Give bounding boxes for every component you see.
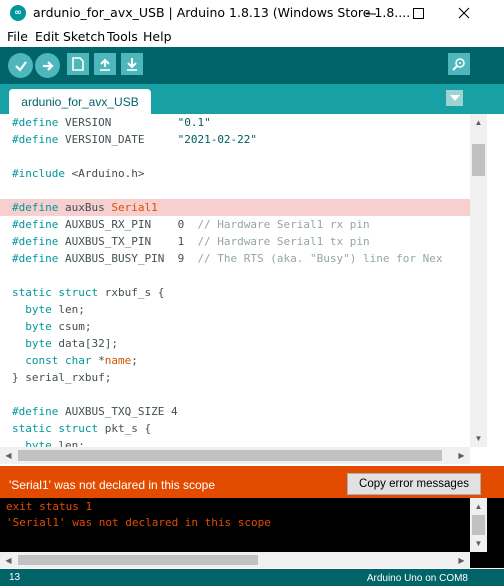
line-number: 13 <box>9 572 21 583</box>
code-line: #define AUXBUS_TXQ_SIZE 4 <box>12 405 178 418</box>
magnifier-icon <box>452 58 465 71</box>
status-bar: 13 Arduino Uno on COM8 <box>0 569 504 586</box>
toolbar <box>0 47 504 84</box>
error-message: 'Serial1' was not declared in this scope <box>9 478 216 492</box>
menu-sketch[interactable]: Sketch <box>63 29 105 44</box>
scroll-up-icon[interactable]: ▲ <box>470 498 487 515</box>
tab-menu-button[interactable] <box>446 90 463 106</box>
open-sketch-button[interactable] <box>94 53 116 75</box>
maximize-button[interactable] <box>395 0 441 26</box>
code-line: #define AUXBUS_TX_PIN 1 // Hardware Seri… <box>12 235 370 248</box>
scroll-up-icon[interactable]: ▲ <box>470 114 487 131</box>
console-text-area[interactable]: exit status 1 'Serial1' was not declared… <box>0 498 470 552</box>
scrollbar-thumb[interactable] <box>472 144 485 176</box>
error-bar: 'Serial1' was not declared in this scope… <box>0 466 504 498</box>
code-line: byte len; <box>25 439 85 447</box>
arduino-logo-icon: ∞ <box>10 5 26 21</box>
upload-button[interactable] <box>35 53 60 78</box>
code-line: const char *name; <box>25 354 138 367</box>
scroll-down-icon[interactable]: ▼ <box>470 535 487 552</box>
scroll-right-icon[interactable]: ▶ <box>453 552 470 568</box>
menu-edit[interactable]: Edit <box>35 29 59 44</box>
code-line: byte csum; <box>25 320 92 333</box>
code-line-error: #define auxBus Serial1 <box>0 199 470 216</box>
code-line: #define AUXBUS_BUSY_PIN 9 // The RTS (ak… <box>12 252 443 265</box>
minimize-icon <box>365 13 376 14</box>
up-arrow-icon <box>100 58 110 71</box>
code-line: byte len; <box>25 303 85 316</box>
menu-help[interactable]: Help <box>143 29 172 44</box>
title-bar: ∞ ardunio_for_avx_USB | Arduino 1.8.13 (… <box>0 0 504 26</box>
right-arrow-icon <box>42 60 54 71</box>
scroll-down-icon[interactable]: ▼ <box>470 430 487 447</box>
code-line: #include <Arduino.h> <box>12 167 145 180</box>
console-output: exit status 1 'Serial1' was not declared… <box>0 498 504 568</box>
scroll-right-icon[interactable]: ▶ <box>453 447 470 464</box>
board-port-info: Arduino Uno on COM8 <box>366 573 468 584</box>
serial-monitor-button[interactable] <box>448 53 470 75</box>
tab-bar: ardunio_for_avx_USB <box>0 84 504 114</box>
code-line: static struct rxbuf_s { <box>12 286 165 299</box>
editor-vertical-scrollbar[interactable]: ▲ ▼ <box>470 114 487 447</box>
checkmark-icon <box>14 60 27 72</box>
scrollbar-thumb[interactable] <box>472 515 485 535</box>
console-line: 'Serial1' was not declared in this scope <box>6 516 271 529</box>
code-editor[interactable]: #define VERSION "0.1" #define VERSION_DA… <box>0 114 470 447</box>
triangle-down-icon <box>449 95 460 101</box>
console-vertical-scrollbar[interactable]: ▲ ▼ <box>470 498 487 552</box>
scroll-left-icon[interactable]: ◀ <box>0 447 17 464</box>
code-line: #define VERSION_DATE "2021-02-22" <box>12 133 258 146</box>
verify-button[interactable] <box>8 53 33 78</box>
code-line: } serial_rxbuf; <box>12 371 112 384</box>
menu-file[interactable]: File <box>7 29 28 44</box>
menu-bar: File Edit Sketch Tools Help <box>0 26 504 46</box>
scroll-left-icon[interactable]: ◀ <box>0 552 17 568</box>
new-file-icon <box>72 57 84 71</box>
copy-error-messages-button[interactable]: Copy error messages <box>347 473 481 495</box>
scrollbar-thumb[interactable] <box>18 450 442 461</box>
save-sketch-button[interactable] <box>121 53 143 75</box>
minimize-button[interactable] <box>348 0 394 26</box>
close-icon <box>458 7 470 19</box>
menu-tools[interactable]: Tools <box>107 29 138 44</box>
close-button[interactable] <box>441 0 487 26</box>
console-horizontal-scrollbar[interactable]: ◀ ▶ <box>0 552 470 568</box>
code-line: #define AUXBUS_RX_PIN 0 // Hardware Seri… <box>12 218 370 231</box>
code-line: static struct pkt_s { <box>12 422 152 435</box>
editor-horizontal-scrollbar[interactable]: ◀ ▶ <box>0 447 470 464</box>
editor-area: #define VERSION "0.1" #define VERSION_DA… <box>0 114 504 466</box>
scrollbar-thumb[interactable] <box>18 555 258 565</box>
code-line: byte data[32]; <box>25 337 118 350</box>
down-arrow-icon <box>127 58 137 71</box>
tab-sketch[interactable]: ardunio_for_avx_USB <box>9 89 151 114</box>
maximize-icon <box>412 7 424 19</box>
code-line: #define VERSION "0.1" <box>12 116 211 129</box>
new-sketch-button[interactable] <box>67 53 89 75</box>
console-line: exit status 1 <box>6 500 93 513</box>
